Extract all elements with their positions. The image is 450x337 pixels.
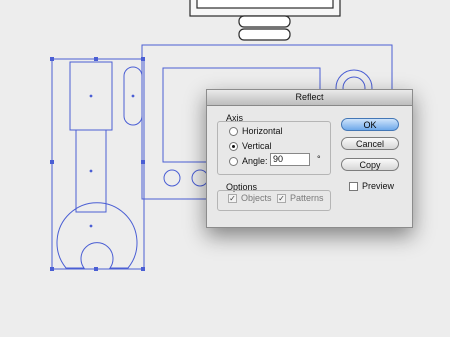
angle-input[interactable]: 90 [270, 153, 310, 166]
patterns-label: Patterns [290, 193, 324, 203]
wrench-selection[interactable] [51, 58, 145, 270]
patterns-check-icon[interactable]: ✓ [277, 193, 286, 203]
objects-label: Objects [241, 193, 272, 203]
angle-radio-dot[interactable] [229, 156, 238, 166]
objects-checkbox[interactable]: ✓ Objects [228, 193, 272, 203]
cancel-button[interactable]: Cancel [341, 137, 399, 150]
preview-label: Preview [362, 181, 395, 191]
preview-check-icon[interactable] [349, 181, 358, 191]
vertical-radio-dot[interactable] [229, 141, 238, 151]
copy-button[interactable]: Copy [341, 158, 399, 171]
degree-symbol: ° [317, 154, 321, 164]
top-device-shape [189, 0, 341, 41]
patterns-checkbox[interactable]: ✓ Patterns [277, 193, 324, 203]
vertical-label: Vertical [242, 141, 272, 151]
angle-label: Angle: [242, 156, 268, 166]
selection-handles[interactable] [50, 57, 145, 271]
ok-button[interactable]: OK [341, 118, 399, 131]
objects-check-icon[interactable]: ✓ [228, 193, 237, 203]
dialog-title: Reflect [207, 90, 412, 106]
reflect-dialog: Reflect Axis Horizontal Vertical Angle: … [206, 89, 413, 228]
vertical-radio[interactable]: Vertical [229, 141, 272, 151]
preview-checkbox[interactable]: Preview [349, 181, 394, 191]
horizontal-radio[interactable]: Horizontal [229, 126, 283, 136]
angle-radio[interactable]: Angle: [229, 156, 268, 166]
horizontal-radio-dot[interactable] [229, 126, 238, 136]
horizontal-label: Horizontal [242, 126, 283, 136]
